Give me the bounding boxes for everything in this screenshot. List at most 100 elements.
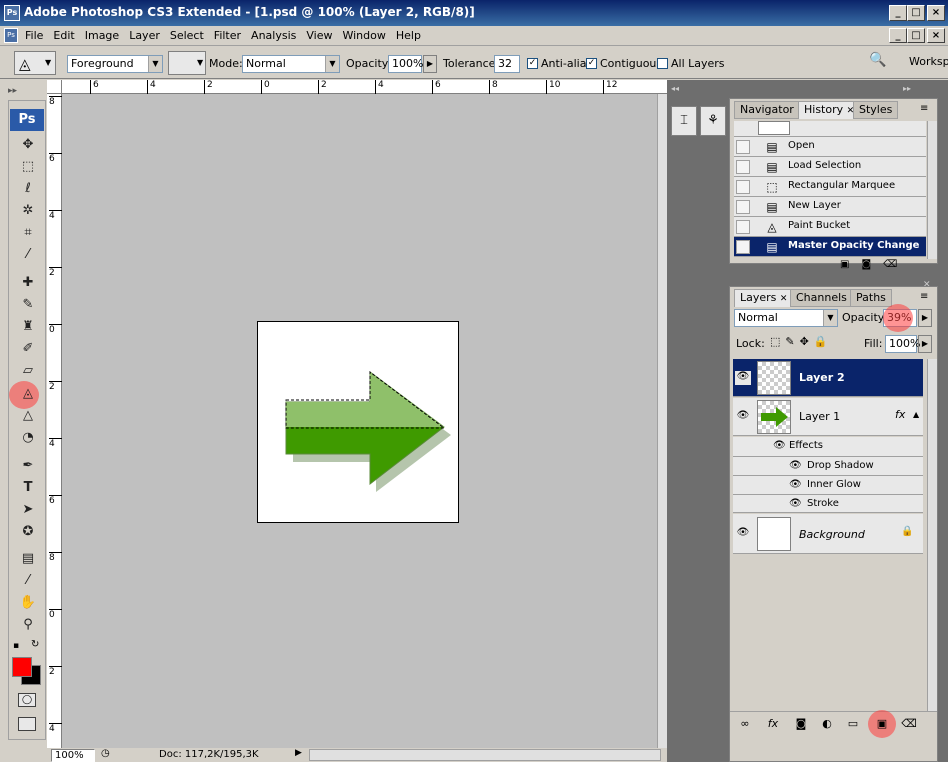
- effect-eye-icon[interactable]: 👁: [789, 479, 802, 490]
- screen-mode-icon[interactable]: [18, 717, 36, 731]
- lock-pixels-icon[interactable]: ✎: [785, 335, 799, 348]
- add-mask-icon[interactable]: ◙: [792, 716, 810, 732]
- quick-mask-icon[interactable]: ◯: [18, 693, 36, 707]
- effects-eye-icon[interactable]: 👁: [773, 440, 786, 451]
- adjustment-layer-icon[interactable]: ◐: [818, 716, 836, 732]
- zoom-level-field[interactable]: 100%: [51, 749, 95, 762]
- menu-edit[interactable]: Edit: [48, 27, 79, 44]
- new-layer-icon[interactable]: ▣: [873, 716, 891, 732]
- tab-navigator[interactable]: Navigator: [734, 101, 800, 119]
- dodge-tool-icon[interactable]: ◔: [17, 428, 39, 448]
- history-scrollbar[interactable]: [927, 121, 937, 259]
- trash-icon[interactable]: ⌫: [900, 716, 918, 732]
- zoom-tool-icon[interactable]: ⚲: [17, 615, 39, 635]
- minimize-button[interactable]: _: [889, 5, 907, 21]
- menu-filter[interactable]: Filter: [209, 27, 246, 44]
- paint-bucket-tool-icon[interactable]: ◬: [17, 384, 39, 404]
- history-source-checkbox[interactable]: [736, 180, 750, 194]
- workspace-button[interactable]: Worksp: [909, 55, 948, 68]
- foreground-color-swatch[interactable]: [12, 657, 32, 677]
- antialias-checkbox[interactable]: ✓: [527, 58, 538, 69]
- expand-effects-icon[interactable]: ▲: [913, 410, 919, 419]
- history-item[interactable]: ▤ Master Opacity Change: [734, 237, 926, 257]
- tab-channels[interactable]: Channels: [790, 289, 853, 307]
- dock-collapse-icon[interactable]: ◂◂: [671, 84, 727, 94]
- tab-history[interactable]: History ✕: [798, 101, 861, 119]
- history-item[interactable]: ▤ Open: [734, 137, 926, 157]
- menu-window[interactable]: Window: [337, 27, 390, 44]
- layer-row-background[interactable]: 👁 Background 🔒: [733, 514, 923, 554]
- swap-colors-icon[interactable]: ↻: [31, 639, 39, 650]
- fill-slider-button[interactable]: ▶: [918, 335, 932, 353]
- effect-eye-icon[interactable]: 👁: [789, 498, 802, 509]
- history-brush-tool-icon[interactable]: ✐: [17, 339, 39, 359]
- history-source-checkbox[interactable]: [736, 160, 750, 174]
- doc-restore-button[interactable]: □: [907, 28, 925, 43]
- fx-icon[interactable]: fx: [895, 408, 905, 421]
- document-canvas[interactable]: [257, 321, 459, 523]
- marquee-tool-icon[interactable]: ⬚: [17, 157, 39, 177]
- healing-brush-tool-icon[interactable]: ✚: [17, 273, 39, 293]
- clone-source-panel-icon[interactable]: ⚘: [700, 106, 726, 136]
- mode-select[interactable]: Normal ▼: [242, 55, 340, 73]
- opacity-input[interactable]: 100%: [388, 55, 423, 73]
- history-item[interactable]: ◬ Paint Bucket: [734, 217, 926, 237]
- effects-row[interactable]: 👁 Effects: [733, 437, 923, 456]
- toolbox-collapse-icon[interactable]: ▸▸: [8, 86, 17, 96]
- menu-file[interactable]: File: [20, 27, 48, 44]
- tab-paths[interactable]: Paths: [850, 289, 892, 307]
- layers-scrollbar[interactable]: [927, 359, 937, 711]
- close-icon[interactable]: ✕: [780, 294, 788, 304]
- custom-shape-tool-icon[interactable]: ✪: [17, 522, 39, 542]
- visibility-eye-icon[interactable]: 👁: [735, 527, 751, 541]
- new-group-icon[interactable]: ▭: [844, 716, 862, 732]
- snapshot-icon[interactable]: ◙: [861, 259, 883, 270]
- panels-collapse-icon[interactable]: ▸▸: [903, 84, 911, 93]
- vertical-scrollbar[interactable]: [657, 94, 667, 748]
- eraser-tool-icon[interactable]: ▱: [17, 361, 39, 381]
- tab-styles[interactable]: Styles: [853, 101, 899, 119]
- lasso-tool-icon[interactable]: ℓ: [17, 179, 39, 199]
- status-info-icon[interactable]: ◷: [101, 748, 110, 759]
- contiguous-checkbox[interactable]: ✓: [586, 58, 597, 69]
- layer-row-layer-1[interactable]: 👁 Layer 1 fx ▲: [733, 398, 923, 436]
- effect-row-stroke[interactable]: 👁 Stroke: [733, 494, 923, 513]
- menu-image[interactable]: Image: [80, 27, 124, 44]
- history-source-checkbox[interactable]: [736, 200, 750, 214]
- type-tool-icon[interactable]: T: [17, 478, 39, 498]
- history-close-icon[interactable]: ✕: [923, 98, 931, 108]
- trash-icon[interactable]: ⌫: [883, 259, 909, 270]
- snapshot-row[interactable]: [734, 121, 926, 137]
- lock-all-icon[interactable]: 🔒: [814, 335, 833, 348]
- menu-help[interactable]: Help: [391, 27, 426, 44]
- doc-minimize-button[interactable]: _: [889, 28, 907, 43]
- move-tool-icon[interactable]: ✥: [17, 135, 39, 155]
- close-button[interactable]: ×: [927, 5, 945, 21]
- horizontal-scrollbar[interactable]: [309, 749, 661, 761]
- pen-tool-icon[interactable]: ✒: [17, 456, 39, 476]
- lock-position-icon[interactable]: ✥: [800, 335, 814, 348]
- path-selection-tool-icon[interactable]: ➤: [17, 500, 39, 520]
- add-style-icon[interactable]: fx: [764, 716, 782, 732]
- effect-row-inner-glow[interactable]: 👁 Inner Glow: [733, 475, 923, 494]
- blend-mode-select[interactable]: Normal ▼: [734, 309, 838, 327]
- slice-tool-icon[interactable]: ⁄: [17, 245, 39, 265]
- visibility-eye-icon[interactable]: 👁: [735, 410, 751, 424]
- measurement-panel-icon[interactable]: ⌶: [671, 106, 697, 136]
- tolerance-input[interactable]: 32: [494, 55, 520, 73]
- menu-layer[interactable]: Layer: [124, 27, 165, 44]
- tab-layers[interactable]: Layers ✕: [734, 289, 794, 307]
- doc-close-button[interactable]: ×: [927, 28, 945, 43]
- visibility-eye-icon[interactable]: 👁: [735, 371, 751, 385]
- fill-input[interactable]: 100%: [885, 335, 920, 353]
- notes-tool-icon[interactable]: ▤: [17, 549, 39, 569]
- document-icon[interactable]: Ps: [4, 28, 18, 43]
- maximize-button[interactable]: □: [907, 5, 925, 21]
- effect-eye-icon[interactable]: 👁: [789, 460, 802, 471]
- pattern-picker[interactable]: ▼: [168, 51, 206, 75]
- lock-transparency-icon[interactable]: ⬚: [770, 335, 785, 348]
- link-layers-icon[interactable]: ∞: [736, 716, 754, 732]
- status-menu-icon[interactable]: ▶: [295, 748, 302, 758]
- blur-tool-icon[interactable]: △: [17, 406, 39, 426]
- ruler-origin[interactable]: [47, 80, 62, 94]
